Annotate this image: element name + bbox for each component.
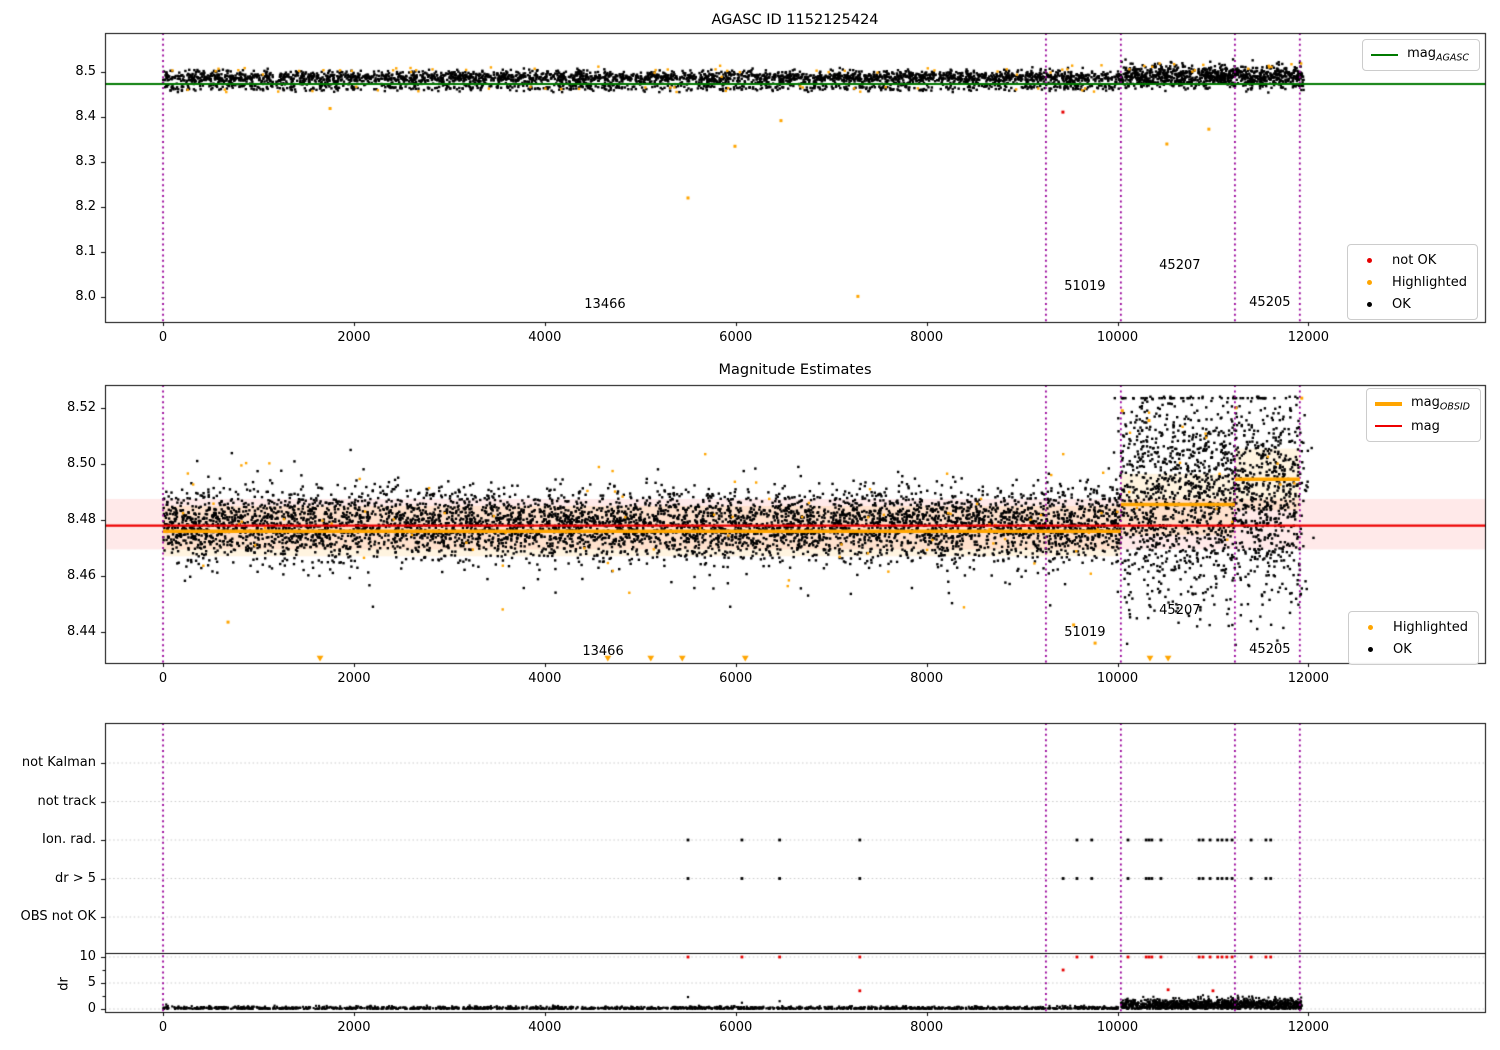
mag-line-sample bbox=[1374, 425, 1402, 427]
y-tick-label: 8.50 bbox=[67, 455, 96, 471]
top-plot-title: AGASC ID 1152125424 bbox=[711, 12, 879, 28]
legend-mag-agasc: magAGASC bbox=[1362, 39, 1480, 71]
mag-agasc-line-sample bbox=[1371, 54, 1399, 56]
category-label: OBS not OK bbox=[20, 908, 97, 924]
legend-item-highlighted: Highlighted bbox=[1356, 271, 1467, 293]
legend-item-ok: OK bbox=[1356, 293, 1467, 315]
annotation: 45207 bbox=[1159, 257, 1201, 273]
y-tick-label: 8.46 bbox=[67, 567, 96, 583]
x-tick-label: 8000 bbox=[910, 330, 944, 345]
legend-label-mag: mag bbox=[1410, 418, 1440, 434]
y-tick-label: 8.1 bbox=[75, 243, 96, 259]
legend-label-mag-agasc: magAGASC bbox=[1407, 46, 1469, 64]
legend-item-not-ok: not OK bbox=[1356, 249, 1467, 271]
chart-canvas bbox=[0, 0, 1500, 1050]
category-label: Ion. rad. bbox=[42, 831, 96, 847]
category-label: not Kalman bbox=[21, 754, 96, 770]
legend-label-highlighted: Highlighted bbox=[1392, 274, 1467, 290]
annotation: 13466 bbox=[582, 643, 624, 659]
x-tick-label: 2000 bbox=[337, 1020, 371, 1035]
legend-middle-markers: Highlighted OK bbox=[1348, 611, 1479, 665]
x-tick-label: 2000 bbox=[337, 330, 371, 345]
dr-axis-label: dr bbox=[56, 977, 72, 991]
legend-label-highlighted-2: Highlighted bbox=[1393, 619, 1468, 635]
legend-label-mag-obsid: magOBSID bbox=[1410, 395, 1470, 413]
not-ok-dot-icon bbox=[1356, 257, 1383, 263]
annotation: 51019 bbox=[1064, 278, 1106, 294]
y-tick-label: 8.2 bbox=[75, 198, 96, 214]
y-tick-label: 8.44 bbox=[67, 623, 96, 639]
x-tick-label: 0 bbox=[158, 671, 168, 686]
x-tick-label: 10000 bbox=[1096, 1020, 1139, 1035]
annotation: 45207 bbox=[1159, 602, 1201, 618]
legend-mag-lines: magOBSID mag bbox=[1365, 388, 1481, 442]
legend-item-mag-obsid: magOBSID bbox=[1374, 393, 1470, 415]
dr-tick-label: 10 bbox=[79, 948, 96, 964]
x-tick-label: 2000 bbox=[337, 671, 371, 686]
x-tick-label: 12000 bbox=[1287, 330, 1330, 345]
x-tick-label: 12000 bbox=[1287, 1020, 1330, 1035]
dr-tick-label: 5 bbox=[87, 974, 96, 990]
ok-dot-icon bbox=[1357, 646, 1384, 652]
legend-label-ok: OK bbox=[1392, 296, 1411, 312]
y-tick-label: 8.48 bbox=[67, 511, 96, 527]
dr-tick-label: 0 bbox=[87, 1000, 96, 1016]
y-tick-label: 8.4 bbox=[75, 108, 96, 124]
legend-label-not-ok: not OK bbox=[1392, 252, 1437, 268]
x-tick-label: 10000 bbox=[1096, 671, 1139, 686]
legend-label-ok-2: OK bbox=[1393, 641, 1412, 657]
y-tick-label: 8.52 bbox=[67, 399, 96, 415]
x-tick-label: 6000 bbox=[719, 671, 753, 686]
x-tick-label: 12000 bbox=[1287, 671, 1330, 686]
annotation: 45205 bbox=[1249, 641, 1291, 657]
x-tick-label: 6000 bbox=[719, 330, 753, 345]
x-tick-label: 4000 bbox=[528, 671, 562, 686]
ok-dot-icon bbox=[1356, 301, 1383, 307]
x-tick-label: 8000 bbox=[910, 671, 944, 686]
annotation: 51019 bbox=[1064, 624, 1106, 640]
x-tick-label: 0 bbox=[158, 330, 168, 345]
legend-item-mag-agasc: magAGASC bbox=[1371, 44, 1469, 66]
legend-item-highlighted-2: Highlighted bbox=[1357, 616, 1468, 638]
figure: 0 2000 4000 6000 8000 10000 12000 8.0 8.1 8.2 8.3 8… bbox=[0, 0, 1500, 1050]
middle-plot-title: Magnitude Estimates bbox=[718, 362, 872, 378]
legend-top-markers: not OK Highlighted OK bbox=[1347, 244, 1478, 320]
y-tick-label: 8.5 bbox=[75, 63, 96, 79]
x-tick-label: 8000 bbox=[910, 1020, 944, 1035]
category-label: not track bbox=[37, 793, 96, 809]
x-tick-label: 0 bbox=[158, 1020, 168, 1035]
legend-item-mag: mag bbox=[1374, 415, 1470, 437]
annotation: 45205 bbox=[1249, 294, 1291, 310]
category-label: dr > 5 bbox=[54, 870, 96, 886]
x-tick-label: 4000 bbox=[528, 1020, 562, 1035]
annotation: 13466 bbox=[584, 296, 626, 312]
x-tick-label: 6000 bbox=[719, 1020, 753, 1035]
highlighted-dot-icon bbox=[1356, 279, 1383, 285]
y-tick-label: 8.0 bbox=[75, 288, 96, 304]
mag-obsid-line-sample bbox=[1374, 402, 1402, 406]
legend-item-ok-2: OK bbox=[1357, 638, 1468, 660]
y-tick-label: 8.3 bbox=[75, 153, 96, 169]
highlighted-dot-icon bbox=[1357, 624, 1384, 630]
x-tick-label: 4000 bbox=[528, 330, 562, 345]
x-tick-label: 10000 bbox=[1096, 330, 1139, 345]
